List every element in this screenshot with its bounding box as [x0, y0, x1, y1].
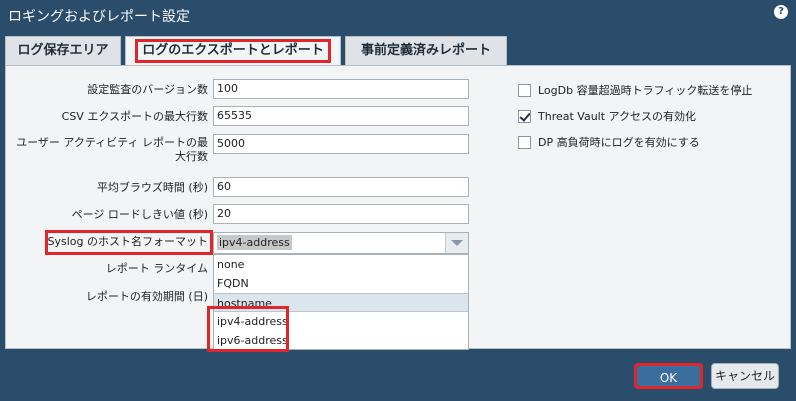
label-line: ユーザー アクティビティ レポートの最	[16, 136, 208, 149]
audit-version-input[interactable]: 100	[213, 79, 469, 99]
select-arrow[interactable]	[445, 233, 468, 253]
checkbox-label: LogDb 容量超過時トラフィック転送を停止	[538, 84, 753, 97]
select-value: ipv4-address	[217, 235, 292, 250]
avg-browse-time-label: 平均ブラウズ時間 (秒)	[96, 181, 208, 194]
tab-label: ログ保存エリア	[17, 43, 109, 58]
dropdown-option-fqdn[interactable]: FQDN	[214, 274, 468, 293]
syslog-label-highlight	[45, 230, 213, 255]
csv-max-rows-input[interactable]: 65535	[213, 106, 469, 126]
tab-label: 事前定義済みレポート	[360, 43, 491, 58]
report-expiry-label: レポートの有効期間 (日)	[85, 290, 208, 303]
page-load-threshold-label: ページ ロードしきい値 (秒)	[71, 208, 208, 221]
checkbox-box[interactable]	[518, 84, 531, 97]
audit-version-label: 設定監査のバージョン数	[87, 83, 208, 96]
tab-log-export-reporting[interactable]: ログのエクスポートとレポート	[125, 36, 341, 66]
user-activity-max-rows-label: ユーザー アクティビティ レポートの最 大行数	[8, 136, 208, 164]
tab-predefined-reports[interactable]: 事前定義済みレポート	[345, 36, 507, 66]
csv-max-rows-label: CSV エクスポートの最大行数	[61, 110, 208, 123]
checkbox-box[interactable]	[518, 136, 531, 149]
tab-label: ログのエクスポートとレポート	[135, 39, 331, 63]
cancel-button[interactable]: キャンセル	[711, 363, 779, 389]
checkbox-box[interactable]	[518, 110, 531, 123]
syslog-hostname-format-select[interactable]: ipv4-address	[213, 232, 469, 254]
help-icon[interactable]: ?	[774, 5, 788, 19]
report-runtime-label: レポート ランタイム	[105, 262, 208, 275]
checkbox-label: Threat Vault アクセスの有効化	[538, 110, 696, 123]
title-bar: ロギングおよびレポート設定 ?	[0, 0, 796, 32]
page-load-threshold-input[interactable]: 20	[213, 204, 469, 224]
checkbox-label: DP 高負荷時にログを有効にする	[538, 136, 700, 149]
ip-options-highlight	[207, 306, 289, 352]
ok-button[interactable]: OK	[634, 363, 703, 389]
avg-browse-time-input[interactable]: 60	[213, 177, 469, 197]
dropdown-option-none[interactable]: none	[214, 255, 468, 274]
user-activity-max-rows-input[interactable]: 5000	[213, 134, 469, 154]
tab-log-storage[interactable]: ログ保存エリア	[5, 36, 121, 66]
chevron-down-icon	[451, 240, 463, 246]
window-title: ロギングおよびレポート設定	[8, 9, 190, 25]
label-line: 大行数	[175, 150, 208, 163]
